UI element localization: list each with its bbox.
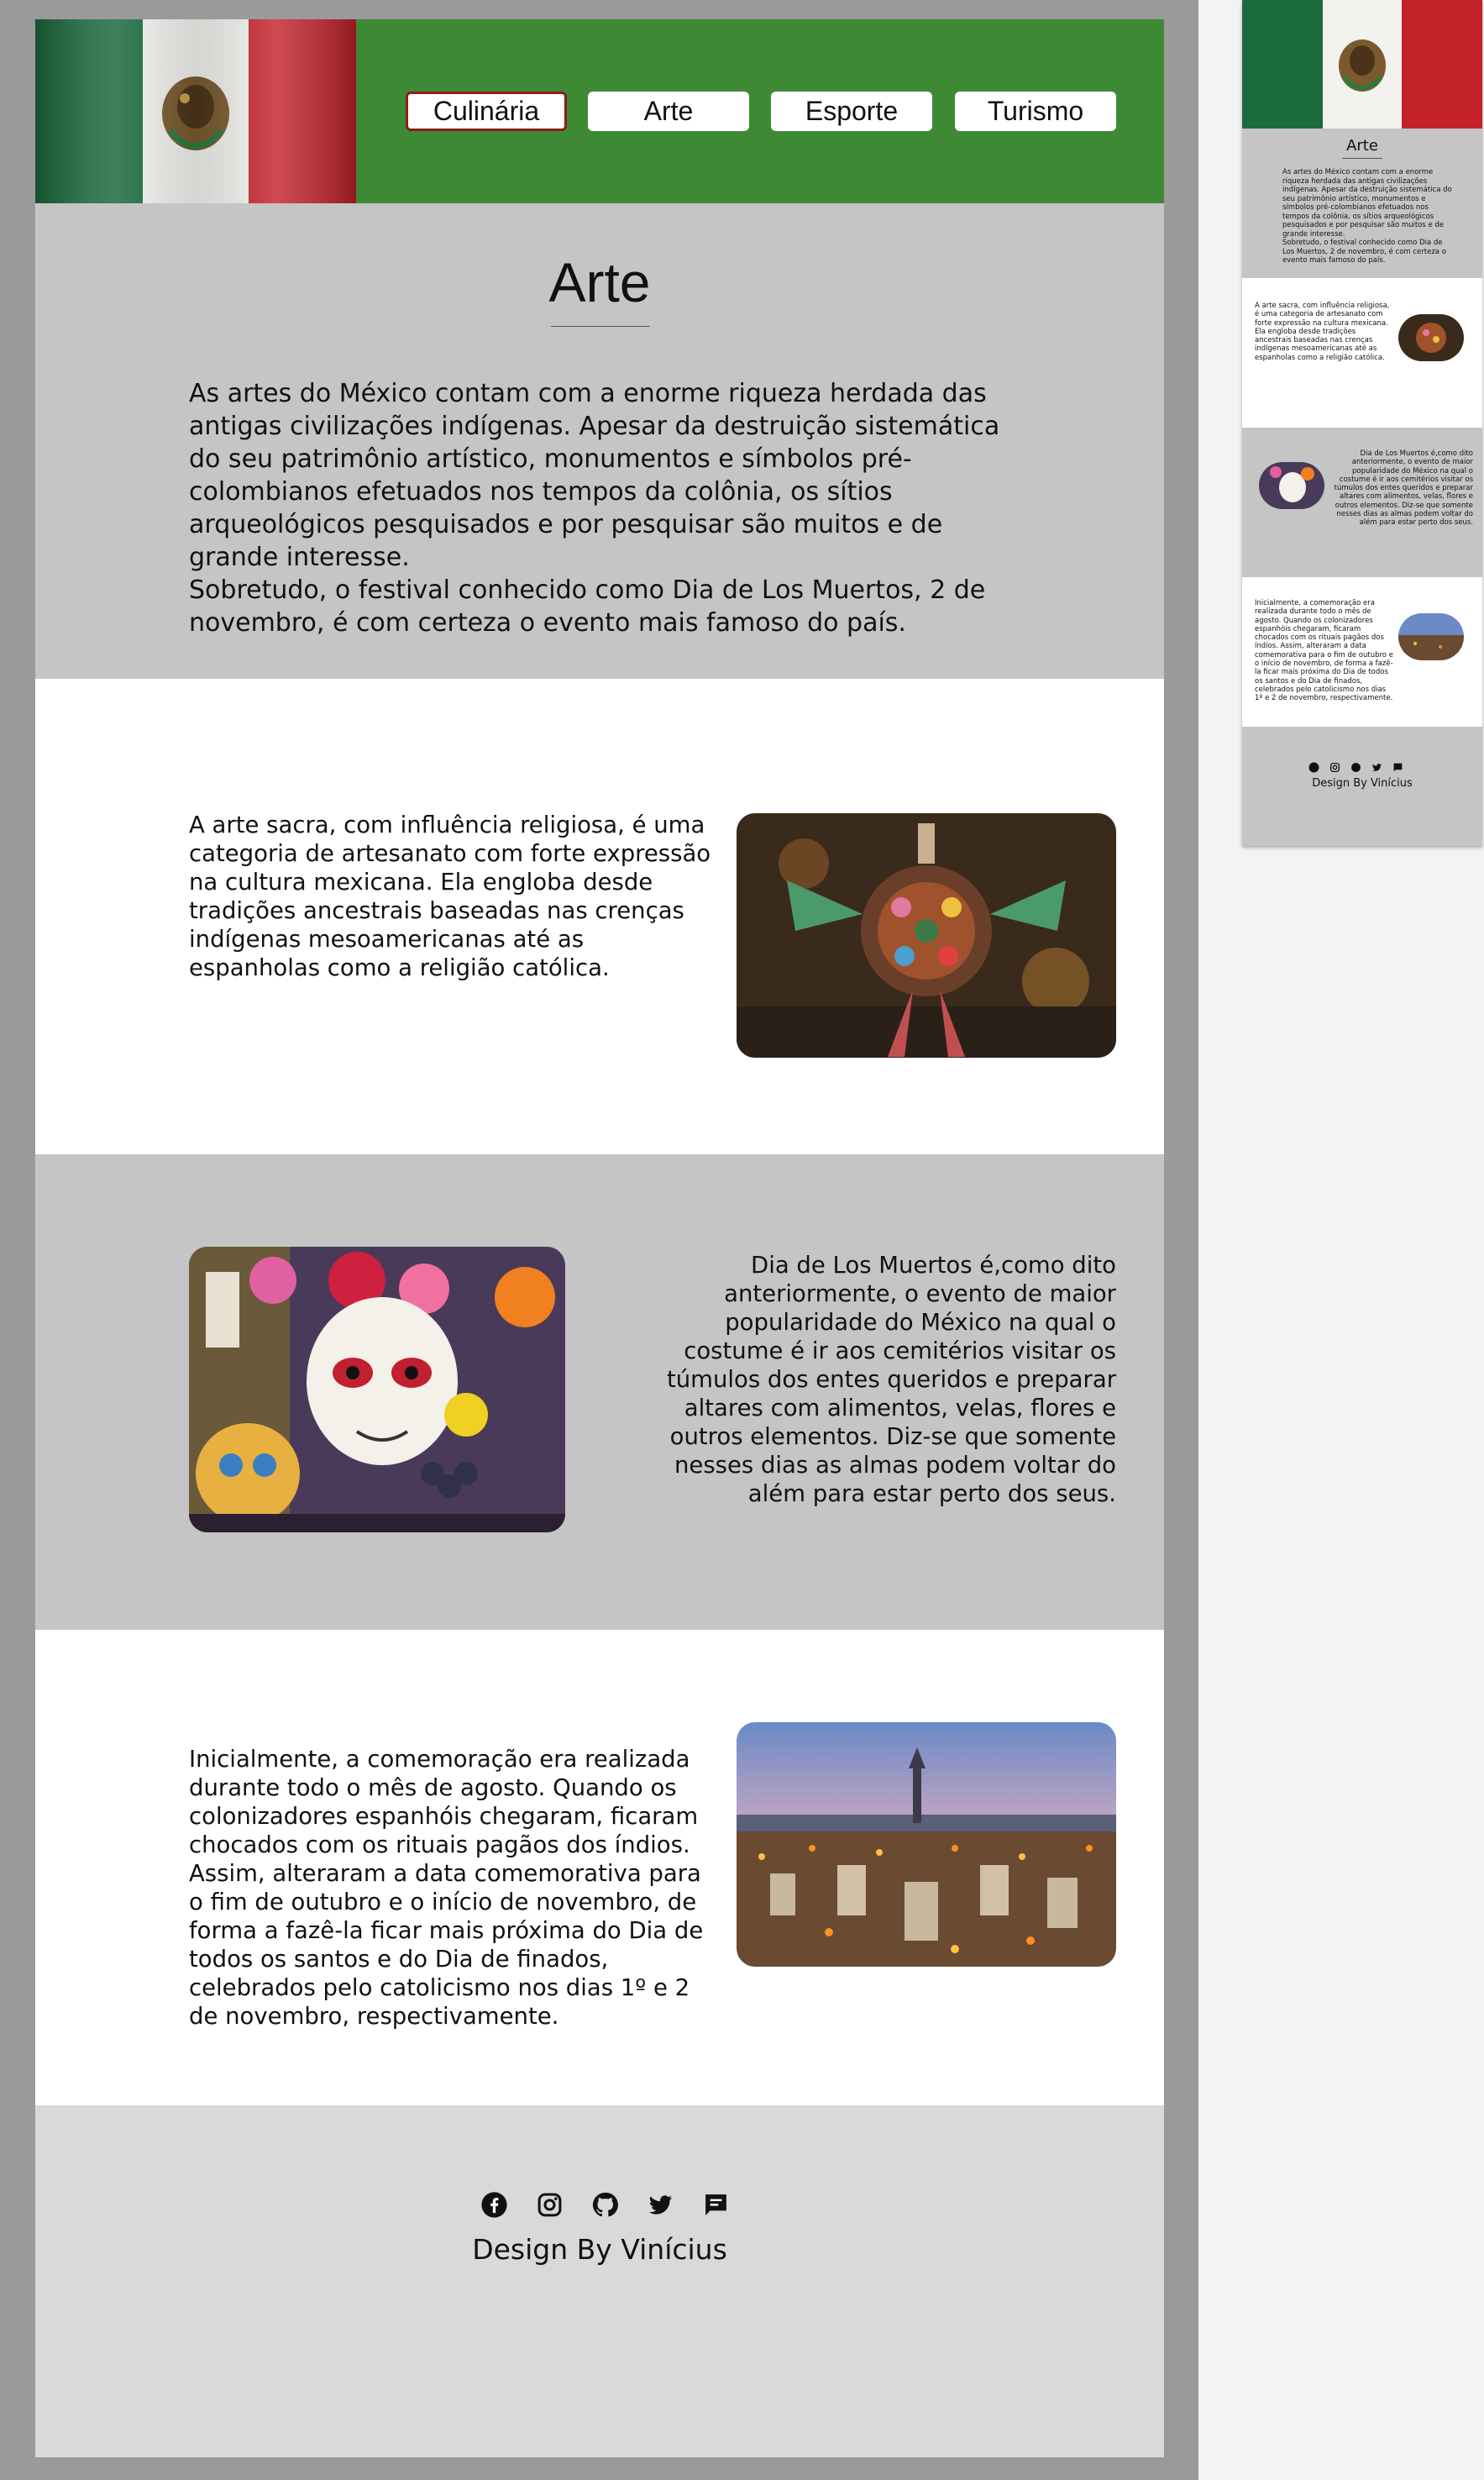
github-icon[interactable] [1350, 760, 1361, 772]
folk-art-sculpture-image [737, 813, 1116, 1058]
intro-section: Arte As artes do México contam com a eno… [35, 203, 1164, 679]
nav-arte-button[interactable]: Arte [588, 92, 749, 131]
mobile-preview: Arte As artes do México contam com a eno… [1242, 0, 1482, 846]
twitter-icon[interactable] [1371, 760, 1382, 771]
mobile-section-sacred-art: A arte sacra, com influência religiosa, … [1242, 278, 1482, 428]
nav-turismo-button[interactable]: Turismo [955, 92, 1116, 131]
sugar-skull-altar-image [189, 1247, 565, 1532]
content-section-sacred-art: A arte sacra, com influência religiosa, … [35, 679, 1164, 1154]
mobile-section-text: Inicialmente, a comemoração era realizad… [1255, 599, 1393, 703]
instagram-icon[interactable] [536, 2191, 564, 2219]
mobile-page-title: Arte [1346, 137, 1378, 155]
facebook-icon[interactable] [480, 2191, 508, 2219]
intro-text: As artes do México contam com a enorme r… [189, 379, 1000, 638]
github-icon[interactable] [591, 2191, 619, 2219]
mobile-sugar-skull-image [1259, 462, 1324, 509]
site-header: Culinária Arte Esporte Turismo [35, 19, 1164, 203]
site-footer: Design By Vinícius [35, 2107, 1164, 2457]
mexico-flag-image [1242, 0, 1482, 129]
nav-culinaria-button[interactable]: Culinária [406, 92, 567, 131]
message-icon[interactable] [702, 2191, 730, 2219]
mobile-section-text: Dia de Los Muertos é,como dito anteriorm… [1334, 449, 1473, 528]
nav-esporte-button[interactable]: Esporte [771, 92, 932, 131]
mobile-footer-credit: Design By Vinícius [1312, 777, 1413, 790]
facebook-icon[interactable] [1308, 760, 1319, 773]
mobile-title-underline [1342, 158, 1382, 159]
content-section-day-of-dead: Dia de Los Muertos é,como dito anteriorm… [35, 1154, 1164, 1630]
footer-credit: Design By Vinícius [472, 2233, 727, 2266]
instagram-icon[interactable] [1329, 760, 1340, 773]
page-title: Arte [548, 251, 651, 313]
section-text: Inicialmente, a comemoração era realizad… [189, 1746, 704, 2030]
mexico-flag-image [35, 19, 356, 203]
mobile-folk-art-image [1398, 314, 1464, 361]
mobile-intro-text: As artes do México contam com a enorme r… [1282, 168, 1452, 265]
title-underline [551, 326, 650, 327]
social-links [480, 2191, 730, 2219]
content-section-history: Inicialmente, a comemoração era realizad… [35, 1630, 1164, 2105]
mobile-section-day-of-dead: Dia de Los Muertos é,como dito anteriorm… [1242, 428, 1482, 577]
candlelit-cemetery-image [737, 1722, 1116, 1967]
section-text: Dia de Los Muertos é,como dito anteriorm… [666, 1252, 1116, 1507]
mobile-cemetery-image [1398, 613, 1464, 660]
mobile-social-links [1308, 760, 1403, 773]
desktop-page: Culinária Arte Esporte Turismo Arte As a… [35, 19, 1164, 2457]
desktop-preview-frame: Culinária Arte Esporte Turismo Arte As a… [0, 0, 1198, 2480]
mobile-section-history: Inicialmente, a comemoração era realizad… [1242, 577, 1482, 727]
section-text: A arte sacra, com influência religiosa, … [189, 812, 711, 981]
message-icon[interactable] [1392, 760, 1403, 772]
twitter-icon[interactable] [647, 2191, 674, 2219]
mobile-section-text: A arte sacra, com influência religiosa, … [1255, 302, 1390, 362]
